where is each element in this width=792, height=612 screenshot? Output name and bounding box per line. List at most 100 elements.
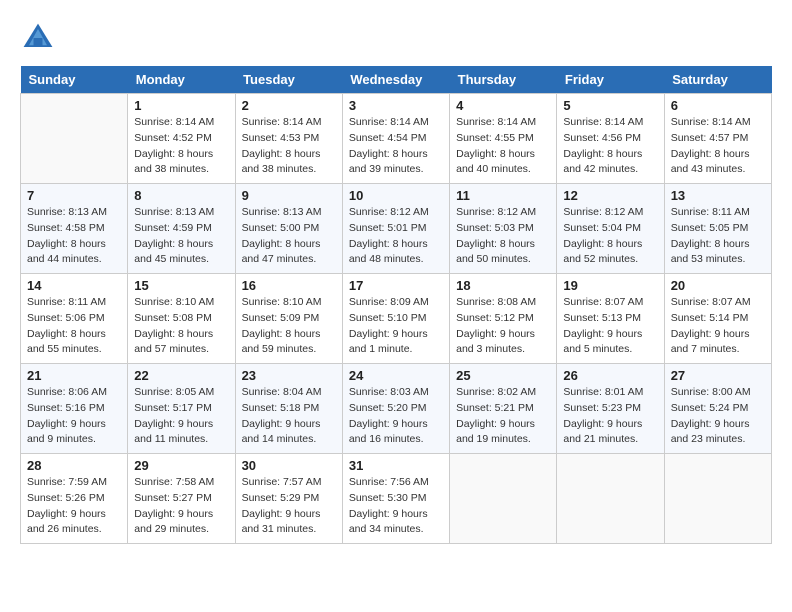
day-number: 26	[563, 368, 657, 383]
day-number: 9	[242, 188, 336, 203]
calendar-cell: 22 Sunrise: 8:05 AMSunset: 5:17 PMDayligh…	[128, 364, 235, 454]
calendar-week-row: 21 Sunrise: 8:06 AMSunset: 5:16 PMDayligh…	[21, 364, 772, 454]
calendar-cell: 15 Sunrise: 8:10 AMSunset: 5:08 PMDayligh…	[128, 274, 235, 364]
day-info: Sunrise: 8:06 AMSunset: 5:16 PMDaylight:…	[27, 385, 121, 448]
calendar-cell: 1Sunrise: 8:14 AMSunset: 4:52 PMDaylight…	[128, 94, 235, 184]
calendar-cell: 5 Sunrise: 8:14 AMSunset: 4:56 PMDaylight…	[557, 94, 664, 184]
day-number: 11	[456, 188, 550, 203]
day-info: Sunrise: 8:13 AMSunset: 4:59 PMDaylight:…	[134, 205, 228, 268]
day-number: 25	[456, 368, 550, 383]
day-number: 17	[349, 278, 443, 293]
day-info: Sunrise: 8:11 AMSunset: 5:06 PMDaylight:…	[27, 295, 121, 358]
day-number: 1	[134, 98, 228, 113]
calendar-cell: 26Sunrise: 8:01 AMSunset: 5:23 PMDayligh…	[557, 364, 664, 454]
calendar-cell: 6 Sunrise: 8:14 AMSunset: 4:57 PMDaylight…	[664, 94, 771, 184]
day-info: Sunrise: 8:09 AMSunset: 5:10 PMDaylight:…	[349, 295, 443, 358]
calendar-cell: 23 Sunrise: 8:04 AMSunset: 5:18 PMDayligh…	[235, 364, 342, 454]
logo	[20, 20, 60, 56]
day-header-wednesday: Wednesday	[342, 66, 449, 94]
day-info: Sunrise: 8:11 AMSunset: 5:05 PMDaylight:…	[671, 205, 765, 268]
day-info: Sunrise: 7:58 AMSunset: 5:27 PMDaylight:…	[134, 475, 228, 538]
day-number: 12	[563, 188, 657, 203]
calendar-cell: 31Sunrise: 7:56 AMSunset: 5:30 PMDayligh…	[342, 454, 449, 544]
calendar-cell: 19 Sunrise: 8:07 AMSunset: 5:13 PMDayligh…	[557, 274, 664, 364]
calendar-cell: 13 Sunrise: 8:11 AMSunset: 5:05 PMDayligh…	[664, 184, 771, 274]
calendar-cell: 29 Sunrise: 7:58 AMSunset: 5:27 PMDayligh…	[128, 454, 235, 544]
day-info: Sunrise: 8:14 AMSunset: 4:53 PMDaylight:…	[242, 115, 336, 178]
calendar-week-row: 7 Sunrise: 8:13 AMSunset: 4:58 PMDaylight…	[21, 184, 772, 274]
day-info: Sunrise: 8:03 AMSunset: 5:20 PMDaylight:…	[349, 385, 443, 448]
day-number: 3	[349, 98, 443, 113]
day-info: Sunrise: 8:10 AMSunset: 5:08 PMDaylight:…	[134, 295, 228, 358]
day-info: Sunrise: 8:12 AMSunset: 5:03 PMDaylight:…	[456, 205, 550, 268]
day-number: 29	[134, 458, 228, 473]
calendar-cell: 11 Sunrise: 8:12 AMSunset: 5:03 PMDayligh…	[450, 184, 557, 274]
calendar-cell: 7 Sunrise: 8:13 AMSunset: 4:58 PMDaylight…	[21, 184, 128, 274]
day-number: 31	[349, 458, 443, 473]
day-number: 10	[349, 188, 443, 203]
calendar-header-row: SundayMondayTuesdayWednesdayThursdayFrid…	[21, 66, 772, 94]
calendar-week-row: 14 Sunrise: 8:11 AMSunset: 5:06 PMDayligh…	[21, 274, 772, 364]
day-info: Sunrise: 8:14 AMSunset: 4:55 PMDaylight:…	[456, 115, 550, 178]
day-info: Sunrise: 8:10 AMSunset: 5:09 PMDaylight:…	[242, 295, 336, 358]
day-info: Sunrise: 8:08 AMSunset: 5:12 PMDaylight:…	[456, 295, 550, 358]
calendar-week-row: 28Sunrise: 7:59 AMSunset: 5:26 PMDayligh…	[21, 454, 772, 544]
day-number: 24	[349, 368, 443, 383]
calendar-cell: 10 Sunrise: 8:12 AMSunset: 5:01 PMDayligh…	[342, 184, 449, 274]
calendar-cell: 12 Sunrise: 8:12 AMSunset: 5:04 PMDayligh…	[557, 184, 664, 274]
day-info: Sunrise: 8:02 AMSunset: 5:21 PMDaylight:…	[456, 385, 550, 448]
day-number: 8	[134, 188, 228, 203]
day-info: Sunrise: 8:13 AMSunset: 4:58 PMDaylight:…	[27, 205, 121, 268]
day-number: 6	[671, 98, 765, 113]
day-header-tuesday: Tuesday	[235, 66, 342, 94]
day-header-saturday: Saturday	[664, 66, 771, 94]
calendar-cell: 16 Sunrise: 8:10 AMSunset: 5:09 PMDayligh…	[235, 274, 342, 364]
day-info: Sunrise: 7:59 AMSunset: 5:26 PMDaylight:…	[27, 475, 121, 538]
day-number: 13	[671, 188, 765, 203]
day-number: 30	[242, 458, 336, 473]
day-number: 2	[242, 98, 336, 113]
calendar-cell	[21, 94, 128, 184]
day-info: Sunrise: 8:12 AMSunset: 5:01 PMDaylight:…	[349, 205, 443, 268]
calendar-cell: 9 Sunrise: 8:13 AMSunset: 5:00 PMDaylight…	[235, 184, 342, 274]
calendar-cell: 8 Sunrise: 8:13 AMSunset: 4:59 PMDaylight…	[128, 184, 235, 274]
day-header-thursday: Thursday	[450, 66, 557, 94]
calendar-cell: 3 Sunrise: 8:14 AMSunset: 4:54 PMDaylight…	[342, 94, 449, 184]
calendar-cell: 24 Sunrise: 8:03 AMSunset: 5:20 PMDayligh…	[342, 364, 449, 454]
day-number: 21	[27, 368, 121, 383]
day-info: Sunrise: 8:14 AMSunset: 4:57 PMDaylight:…	[671, 115, 765, 178]
day-number: 5	[563, 98, 657, 113]
calendar-cell: 30 Sunrise: 7:57 AMSunset: 5:29 PMDayligh…	[235, 454, 342, 544]
day-info: Sunrise: 8:04 AMSunset: 5:18 PMDaylight:…	[242, 385, 336, 448]
day-number: 22	[134, 368, 228, 383]
page-header	[20, 20, 772, 56]
calendar-cell: 18 Sunrise: 8:08 AMSunset: 5:12 PMDayligh…	[450, 274, 557, 364]
calendar-week-row: 1Sunrise: 8:14 AMSunset: 4:52 PMDaylight…	[21, 94, 772, 184]
calendar-cell: 2 Sunrise: 8:14 AMSunset: 4:53 PMDaylight…	[235, 94, 342, 184]
calendar-cell	[450, 454, 557, 544]
day-number: 23	[242, 368, 336, 383]
day-info: Sunrise: 8:13 AMSunset: 5:00 PMDaylight:…	[242, 205, 336, 268]
day-number: 27	[671, 368, 765, 383]
day-info: Sunrise: 8:00 AMSunset: 5:24 PMDaylight:…	[671, 385, 765, 448]
calendar-cell: 25 Sunrise: 8:02 AMSunset: 5:21 PMDayligh…	[450, 364, 557, 454]
day-number: 14	[27, 278, 121, 293]
day-info: Sunrise: 7:57 AMSunset: 5:29 PMDaylight:…	[242, 475, 336, 538]
day-number: 16	[242, 278, 336, 293]
day-info: Sunrise: 8:14 AMSunset: 4:56 PMDaylight:…	[563, 115, 657, 178]
day-info: Sunrise: 8:14 AMSunset: 4:54 PMDaylight:…	[349, 115, 443, 178]
day-number: 7	[27, 188, 121, 203]
day-info: Sunrise: 8:07 AMSunset: 5:13 PMDaylight:…	[563, 295, 657, 358]
day-info: Sunrise: 8:05 AMSunset: 5:17 PMDaylight:…	[134, 385, 228, 448]
calendar-cell	[664, 454, 771, 544]
day-info: Sunrise: 8:12 AMSunset: 5:04 PMDaylight:…	[563, 205, 657, 268]
calendar-cell: 4Sunrise: 8:14 AMSunset: 4:55 PMDaylight…	[450, 94, 557, 184]
day-number: 19	[563, 278, 657, 293]
day-number: 18	[456, 278, 550, 293]
calendar-cell: 27 Sunrise: 8:00 AMSunset: 5:24 PMDayligh…	[664, 364, 771, 454]
calendar-cell: 21 Sunrise: 8:06 AMSunset: 5:16 PMDayligh…	[21, 364, 128, 454]
day-header-monday: Monday	[128, 66, 235, 94]
calendar-cell: 14 Sunrise: 8:11 AMSunset: 5:06 PMDayligh…	[21, 274, 128, 364]
calendar-cell	[557, 454, 664, 544]
day-number: 15	[134, 278, 228, 293]
